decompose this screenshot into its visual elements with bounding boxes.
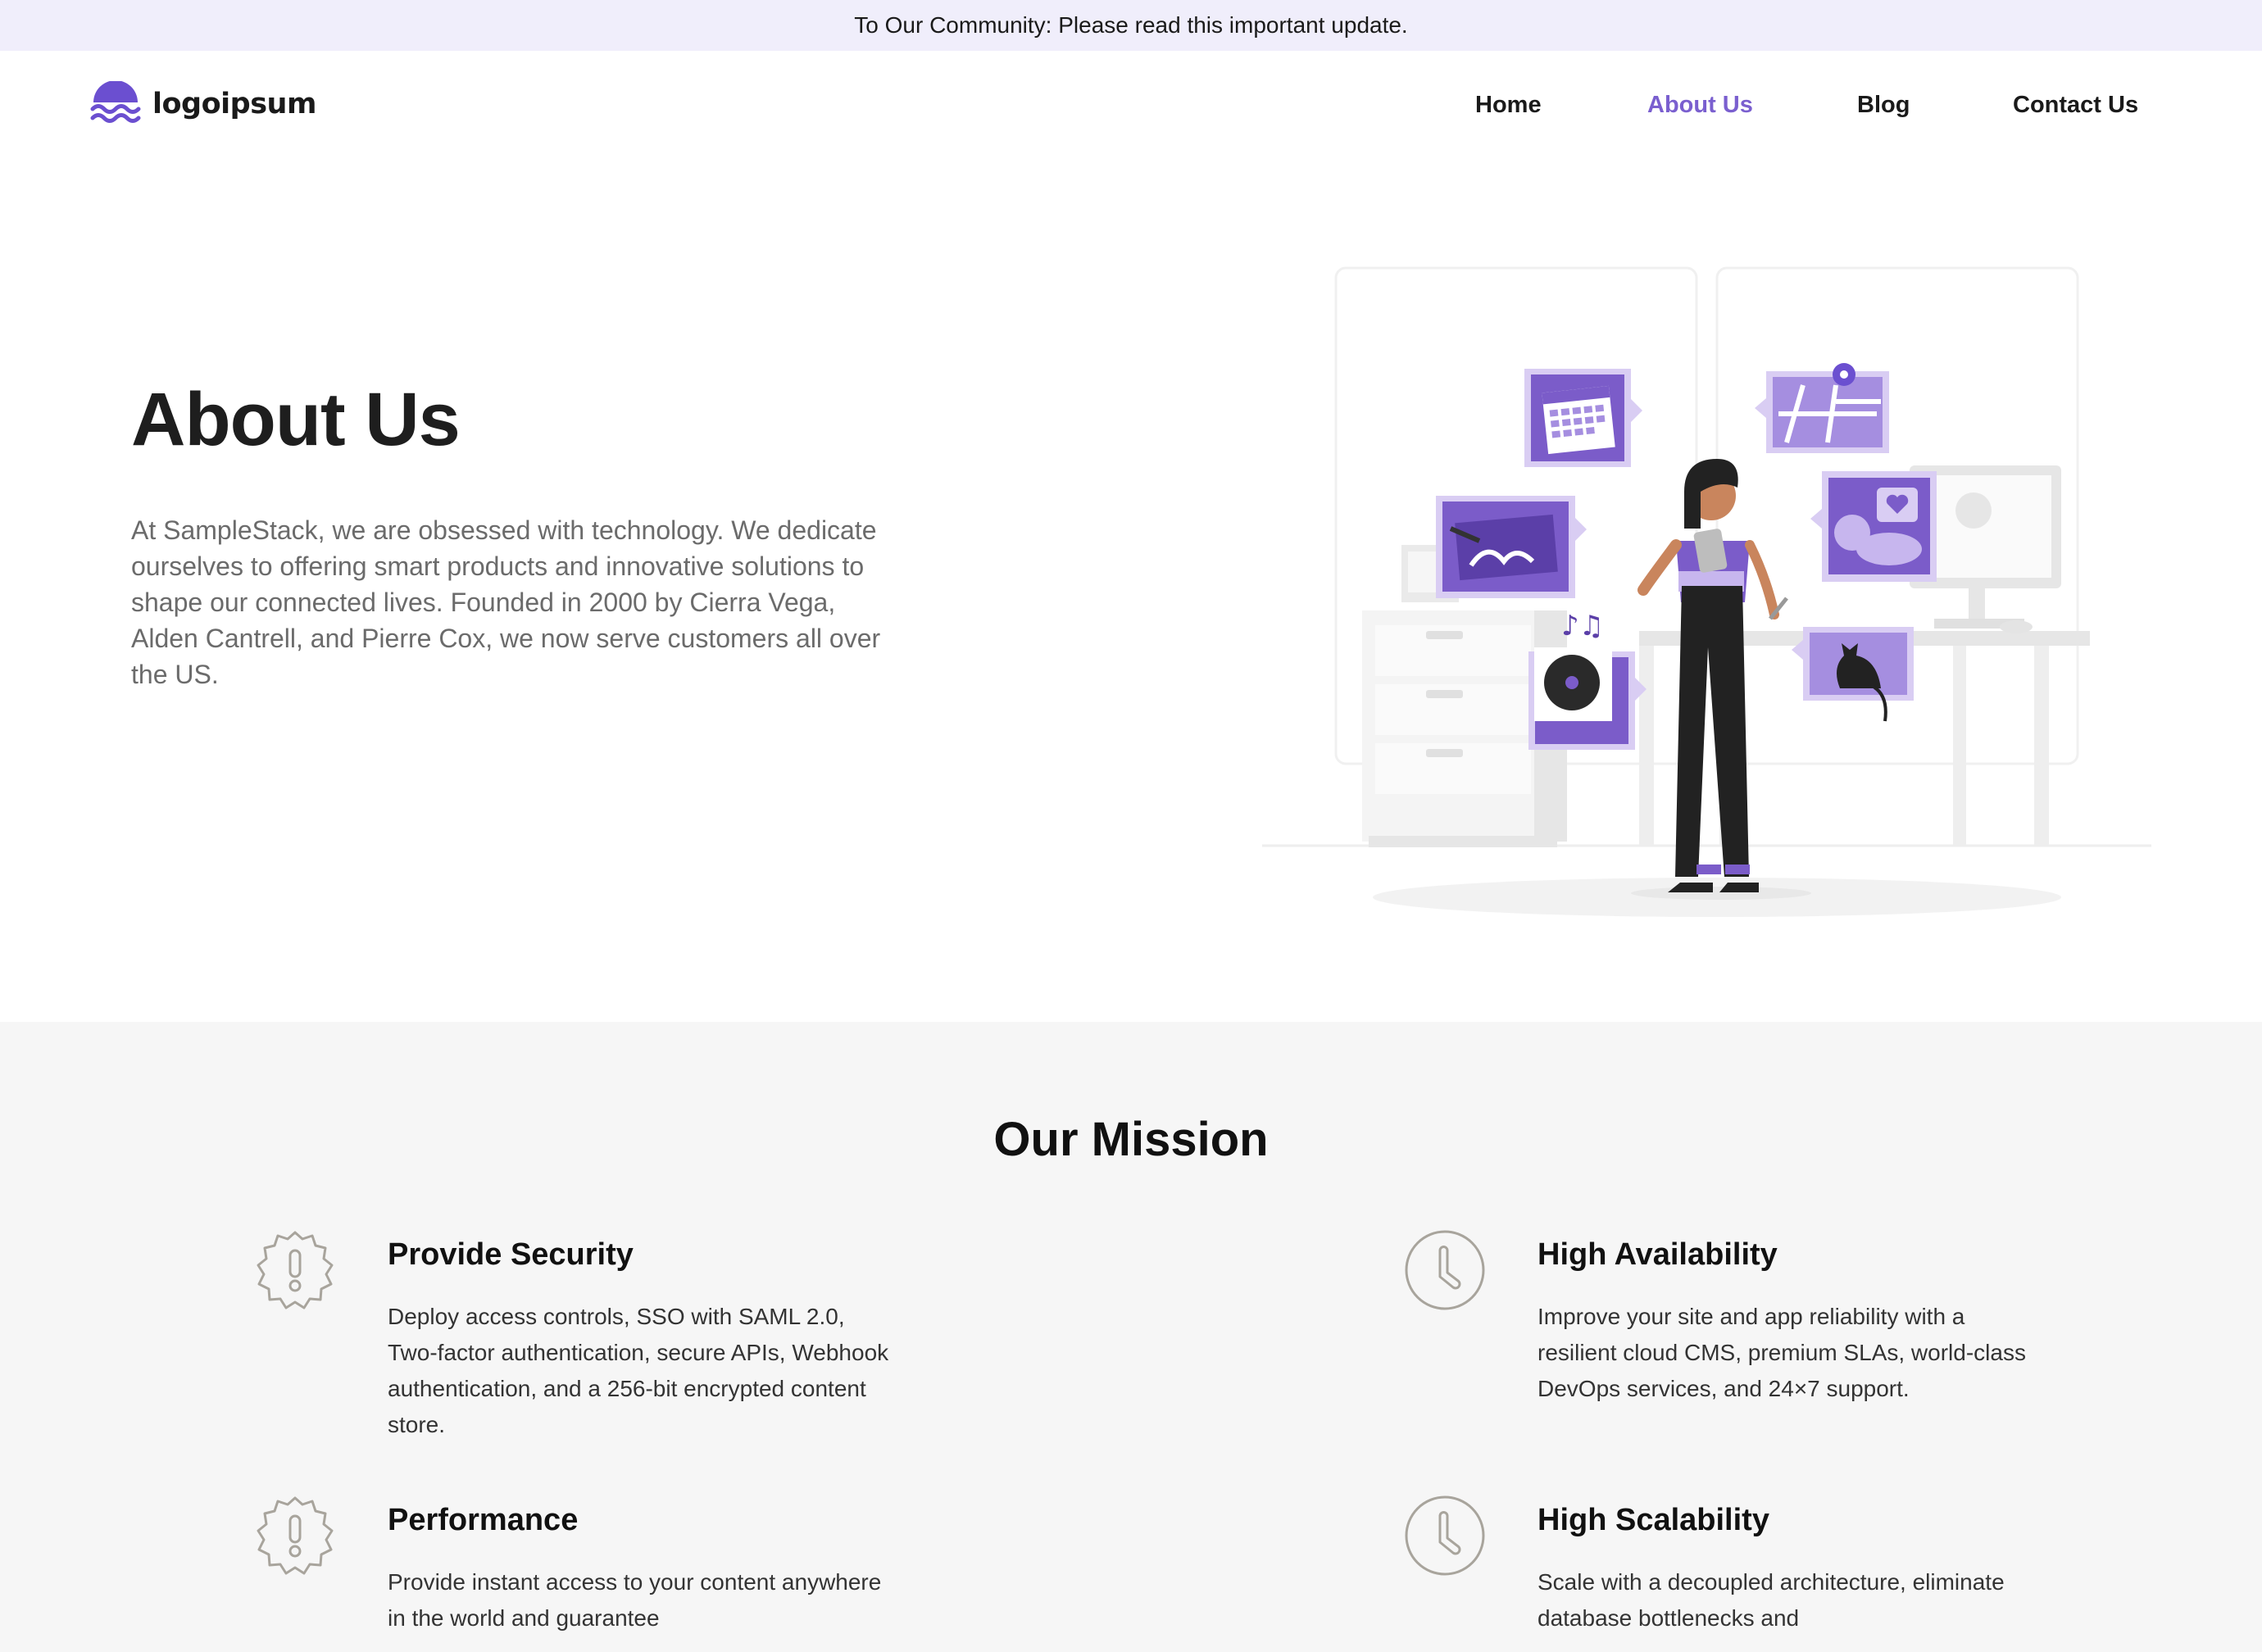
main-nav: Home About Us Blog Contact Us [0,51,2262,166]
badge-alert-icon [257,1496,334,1575]
mission-title: Our Mission [993,1113,1269,1166]
announcement-banner[interactable]: To Our Community: Please read this impor… [0,0,2262,51]
clock-icon [1405,1495,1485,1576]
feature-description: Improve your site and app reliability wi… [1538,1304,2026,1401]
clock-icon [1405,1230,1485,1310]
nav-contact-us[interactable]: Contact Us [2013,92,2138,119]
feature-title: Performance [388,1503,579,1537]
page-title: About Us [131,378,461,461]
nav-blog[interactable]: Blog [1857,92,1910,119]
badge-alert-icon [257,1231,334,1309]
feature-title: High Scalability [1538,1503,1769,1537]
hero-description: At SampleStack, we are obsessed with tec… [131,515,881,689]
feature-title: High Availability [1538,1237,1778,1272]
feature-description: Deploy access controls, SSO with SAML 2.… [388,1304,889,1437]
svg-text:♪♫: ♪♫ [1561,610,1604,642]
announcement-text[interactable]: To Our Community: Please read this impor… [854,12,1407,39]
hero-illustration: ♪♫ [1262,266,2151,917]
site-header: logoipsum Home About Us Blog Contact Us [0,51,2262,166]
nav-about-us[interactable]: About Us [1647,92,1753,119]
feature-title: Provide Security [388,1237,634,1272]
nav-home[interactable]: Home [1475,92,1542,119]
feature-description: Provide instant access to your content a… [388,1569,882,1631]
feature-description: Scale with a decoupled architecture, eli… [1538,1569,2005,1631]
mission-section: Our Mission Provide Security Deploy acce… [0,1022,2262,1652]
